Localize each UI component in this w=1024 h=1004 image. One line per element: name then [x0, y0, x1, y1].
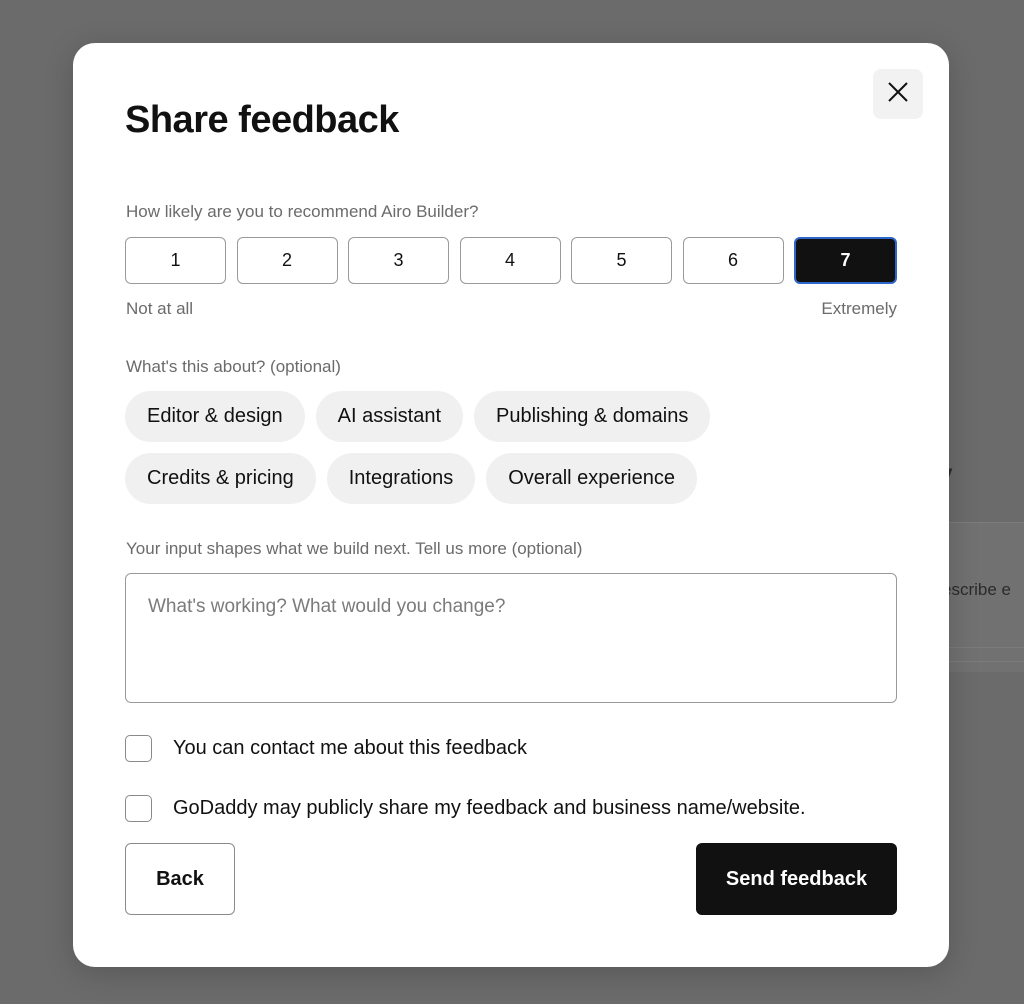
topic-chip-overall-experience[interactable]: Overall experience	[486, 453, 697, 504]
contact-consent-checkbox[interactable]	[125, 735, 152, 762]
topic-chip-integrations[interactable]: Integrations	[326, 453, 476, 504]
background-partial-text: escribe e	[942, 580, 1011, 599]
topic-chip-credits-pricing[interactable]: Credits & pricing	[125, 453, 316, 504]
rating-option-6[interactable]: 6	[682, 237, 784, 284]
public-share-checkbox[interactable]	[125, 795, 152, 822]
comments-label: Your input shapes what we build next. Te…	[126, 539, 583, 558]
rating-option-5[interactable]: 5	[571, 237, 672, 284]
rating-option-2[interactable]: 2	[236, 237, 338, 284]
close-icon	[887, 81, 909, 108]
rating-option-3[interactable]: 3	[348, 237, 449, 284]
topic-chips-row: Credits & pricing Integrations Overall e…	[125, 453, 697, 504]
rating-option-7[interactable]: 7	[794, 237, 897, 284]
rating-option-1[interactable]: 1	[125, 237, 226, 284]
topic-chips-row: Editor & design AI assistant Publishing …	[125, 391, 711, 442]
topic-chip-editor-design[interactable]: Editor & design	[125, 391, 305, 442]
rating-min-label: Not at all	[126, 299, 194, 318]
topic-chip-ai-assistant[interactable]: AI assistant	[315, 391, 464, 442]
close-button[interactable]	[873, 69, 923, 119]
dialog-title: Share feedback	[125, 99, 399, 141]
rating-option-4[interactable]: 4	[459, 237, 561, 284]
comments-textarea[interactable]	[125, 573, 897, 703]
contact-consent-label: You can contact me about this feedback	[173, 737, 527, 759]
rating-max-label: Extremely	[821, 299, 897, 318]
contact-consent-option[interactable]: You can contact me about this feedback	[125, 735, 527, 762]
public-share-label: GoDaddy may publicly share my feedback a…	[173, 797, 806, 819]
send-feedback-button[interactable]: Send feedback	[696, 843, 897, 915]
feedback-dialog: Share feedback How likely are you to rec…	[73, 43, 949, 967]
rating-question: How likely are you to recommend Airo Bui…	[126, 202, 479, 221]
topic-chip-publishing-domains[interactable]: Publishing & domains	[474, 391, 711, 442]
topics-question: What's this about? (optional)	[126, 357, 341, 376]
public-share-option[interactable]: GoDaddy may publicly share my feedback a…	[125, 795, 806, 822]
rating-scale: 1 2 3 4 5 6 7	[125, 237, 897, 284]
back-button[interactable]: Back	[125, 843, 235, 915]
